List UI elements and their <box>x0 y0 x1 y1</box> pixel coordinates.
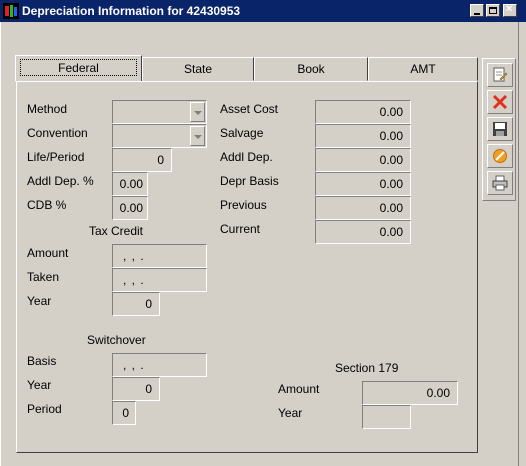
addl-dep-label: Addl Dep. <box>220 150 273 164</box>
tax-credit-year-label: Year <box>27 294 52 308</box>
maximize-button[interactable] <box>486 4 500 17</box>
current-field[interactable]: 0.00 <box>315 220 411 244</box>
asset-cost-field[interactable]: 0.00 <box>315 100 411 124</box>
switchover-period-label: Period <box>27 402 62 416</box>
chevron-down-icon[interactable] <box>190 102 205 122</box>
tab-amt[interactable]: AMT <box>368 57 478 81</box>
save-icon <box>493 122 507 136</box>
switchover-basis-field[interactable]: , , . <box>112 353 207 377</box>
depr-basis-field[interactable]: 0.00 <box>315 172 411 196</box>
life-period-field[interactable]: 0 <box>112 148 172 172</box>
chevron-down-icon[interactable] <box>190 126 205 146</box>
section-179-year-field[interactable] <box>362 405 411 429</box>
current-label: Current <box>220 222 261 236</box>
tax-credit-heading: Tax Credit <box>89 224 144 238</box>
edit-icon <box>493 67 508 82</box>
tab-label: Federal <box>20 59 137 76</box>
switchover-period-field[interactable]: 0 <box>112 401 136 425</box>
salvage-field[interactable]: 0.00 <box>315 124 411 148</box>
close-icon: × <box>506 3 513 15</box>
salvage-label: Salvage <box>220 126 264 140</box>
convention-select[interactable] <box>112 124 207 148</box>
app-icon <box>3 3 19 19</box>
delete-icon <box>492 94 508 110</box>
cdb-pct-label: CDB % <box>27 198 67 212</box>
section-179-amount-label: Amount <box>278 382 320 396</box>
action-toolbar <box>482 58 516 201</box>
method-select[interactable] <box>112 100 207 124</box>
tab-federal[interactable]: Federal <box>15 55 142 82</box>
close-button[interactable]: × <box>503 3 517 17</box>
switchover-heading: Switchover <box>87 333 146 347</box>
tax-credit-amount-label: Amount <box>27 246 69 260</box>
previous-label: Previous <box>220 198 267 212</box>
switchover-year-label: Year <box>27 378 52 392</box>
section-179-heading: Section 179 <box>335 361 399 375</box>
tax-credit-year-field[interactable]: 0 <box>112 292 160 316</box>
print-button[interactable] <box>487 171 513 195</box>
depr-basis-label: Depr Basis <box>220 174 279 188</box>
tax-credit-taken-field[interactable]: , , . <box>112 268 207 292</box>
addl-dep-pct-label: Addl Dep. % <box>27 174 94 188</box>
switchover-year-field[interactable]: 0 <box>112 377 160 401</box>
addl-dep-pct-field[interactable]: 0.00 <box>112 172 148 196</box>
cdb-pct-field[interactable]: 0.00 <box>112 196 148 220</box>
print-icon <box>492 175 508 191</box>
method-label: Method <box>27 102 68 116</box>
section-179-year-label: Year <box>278 406 303 420</box>
previous-field[interactable]: 0.00 <box>315 196 411 220</box>
tab-book[interactable]: Book <box>254 57 368 81</box>
delete-button[interactable] <box>487 90 513 114</box>
tax-credit-amount-field[interactable]: , , . <box>112 244 207 268</box>
switchover-basis-label: Basis <box>27 354 57 368</box>
window-border <box>518 22 526 466</box>
cancel-button[interactable] <box>487 144 513 168</box>
minimize-button[interactable] <box>470 4 484 17</box>
edit-button[interactable] <box>487 63 513 87</box>
convention-label: Convention <box>27 126 88 140</box>
addl-dep-field[interactable]: 0.00 <box>315 148 411 172</box>
title-bar[interactable]: Depreciation Information for 42430953 × <box>0 0 526 22</box>
window-title: Depreciation Information for 42430953 <box>22 4 241 18</box>
save-button[interactable] <box>487 117 513 141</box>
tab-state[interactable]: State <box>142 57 254 81</box>
cancel-icon <box>493 149 507 163</box>
life-period-label: Life/Period <box>27 150 85 164</box>
tax-credit-taken-label: Taken <box>27 270 60 284</box>
asset-cost-label: Asset Cost <box>220 102 279 116</box>
section-179-amount-field[interactable]: 0.00 <box>362 381 458 405</box>
